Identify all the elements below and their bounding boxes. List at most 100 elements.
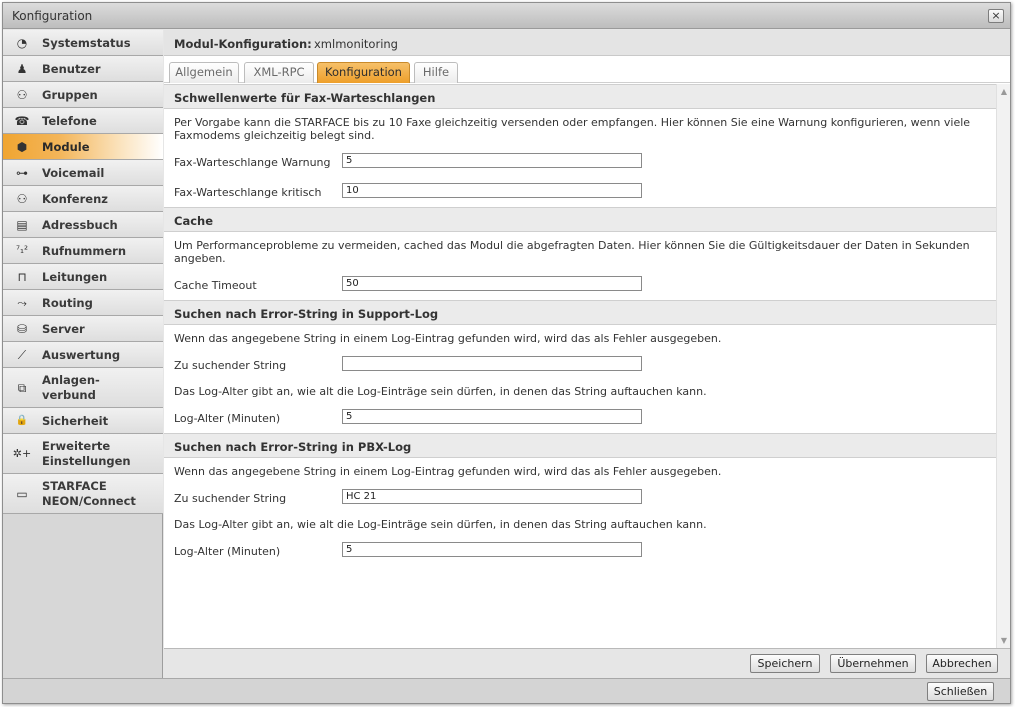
log-age-description: Das Log-Alter gibt an, wie alt die Log-E… <box>174 518 707 531</box>
sidebar-item-label: Leitungen <box>42 270 108 284</box>
sidebar-item-label: Adressbuch <box>42 218 118 232</box>
scroll-down-icon[interactable]: ▼ <box>1000 636 1008 645</box>
module-cube-icon: ⬢ <box>16 140 28 154</box>
section-description: Per Vorgabe kann die STARFACE bis zu 10 … <box>174 116 971 142</box>
sidebar-item-systemstatus[interactable]: ◔ Systemstatus <box>3 30 163 56</box>
sidebar-item-routing[interactable]: ⤳ Routing <box>3 290 163 316</box>
sidebar-item-auswertung[interactable]: ⟋ Auswertung <box>3 342 163 368</box>
main-panel: Modul-Konfiguration: xmlmonitoring Allge… <box>164 30 1010 678</box>
sidebar-item-label-line2: Einstellungen <box>42 454 131 468</box>
sidebar-item-label: Benutzer <box>42 62 101 76</box>
sidebar-item-label: Rufnummern <box>42 244 127 258</box>
routing-icon: ⤳ <box>17 296 27 310</box>
section-title: Suchen nach Error-String in PBX-Log <box>174 440 412 454</box>
support-age-label: Log-Alter (Minuten) <box>174 412 281 425</box>
sidebar-item-benutzer[interactable]: ♟ Benutzer <box>3 56 163 82</box>
server-icon: ⛁ <box>16 322 28 336</box>
sidebar-item-konferenz[interactable]: ⚇ Konferenz <box>3 186 163 212</box>
network-icon: ⧉ <box>17 381 27 395</box>
section-description: Wenn das angegebene String in einem Log-… <box>174 332 722 345</box>
pbx-string-label: Zu suchender String <box>174 492 287 505</box>
section-title: Schwellenwerte für Fax-Warteschlangen <box>174 91 436 105</box>
conference-icon: ⚇ <box>16 192 28 206</box>
module-header: Modul-Konfiguration: xmlmonitoring <box>164 30 1010 56</box>
sidebar-item-anlagenverbund[interactable]: ⧉ Anlagen- verbund <box>3 368 163 408</box>
sidebar-item-rufnummern[interactable]: ⁷₁² Rufnummern <box>3 238 163 264</box>
sidebar-item-label: Gruppen <box>42 88 98 102</box>
voicemail-icon: ⊶ <box>16 166 28 180</box>
sidebar-item-label: Voicemail <box>42 166 105 180</box>
phone-icon: ☎ <box>14 114 30 128</box>
configuration-window: Konfiguration × ◔ Systemstatus ♟ Benutze… <box>2 2 1011 704</box>
apply-button[interactable]: Übernehmen <box>830 654 916 673</box>
sidebar-item-label: Server <box>42 322 85 336</box>
support-string-label: Zu suchender String <box>174 359 287 372</box>
tab-bar: Allgemein XML-RPC Konfiguration Hilfe <box>164 57 1010 83</box>
pbx-age-label: Log-Alter (Minuten) <box>174 545 281 558</box>
sidebar-item-module[interactable]: ⬢ Module <box>3 134 163 160</box>
support-string-input[interactable] <box>342 356 642 371</box>
section-title: Cache <box>174 214 214 228</box>
support-age-input[interactable] <box>342 409 642 424</box>
save-button[interactable]: Speichern <box>750 654 820 673</box>
fax-warn-input[interactable] <box>342 153 642 168</box>
video-icon: ▭ <box>16 487 28 501</box>
window-titlebar: Konfiguration × <box>3 3 1010 29</box>
sidebar-item-leitungen[interactable]: ⊓ Leitungen <box>3 264 163 290</box>
module-name: xmlmonitoring <box>314 37 398 51</box>
sidebar-item-label-line1: Anlagen- <box>42 373 100 387</box>
sidebar-item-label-line1: STARFACE <box>42 479 107 493</box>
sidebar-item-label: Auswertung <box>42 348 121 362</box>
advanced-settings-icon: ✲+ <box>12 447 32 460</box>
section-fax-header: Schwellenwerte für Fax-Warteschlangen <box>164 84 996 109</box>
sidebar-item-label: Routing <box>42 296 93 310</box>
sidebar-item-telefone[interactable]: ☎ Telefone <box>3 108 163 134</box>
pbx-age-input[interactable] <box>342 542 642 557</box>
action-footer: Speichern Übernehmen Abbrechen <box>164 648 1010 678</box>
lines-icon: ⊓ <box>17 270 27 284</box>
fax-warn-label: Fax-Warteschlange Warnung <box>174 156 331 169</box>
tab-konfiguration[interactable]: Konfiguration <box>317 62 410 83</box>
group-icon: ⚇ <box>16 88 28 102</box>
tab-hilfe[interactable]: Hilfe <box>414 62 458 83</box>
tab-allgemein[interactable]: Allgemein <box>169 62 239 83</box>
sidebar-item-gruppen[interactable]: ⚇ Gruppen <box>3 82 163 108</box>
cache-timeout-input[interactable] <box>342 276 642 291</box>
pbx-string-input[interactable] <box>342 489 642 504</box>
close-window-button[interactable]: Schließen <box>927 682 994 701</box>
content-scrollbar[interactable]: ▲ ▼ <box>996 84 1010 648</box>
lock-icon: 🔒 <box>15 415 29 426</box>
cancel-button[interactable]: Abbrechen <box>926 654 998 673</box>
sidebar-item-starface-neon-connect[interactable]: ▭ STARFACE NEON/Connect <box>3 474 163 514</box>
window-title: Konfiguration <box>12 9 93 23</box>
addressbook-icon: ▤ <box>16 218 28 232</box>
section-cache-header: Cache <box>164 207 996 232</box>
gauge-icon: ◔ <box>16 36 28 50</box>
sidebar-item-server[interactable]: ⛁ Server <box>3 316 163 342</box>
section-description: Um Performanceprobleme zu vermeiden, cac… <box>174 239 970 265</box>
sidebar-item-adressbuch[interactable]: ▤ Adressbuch <box>3 212 163 238</box>
user-icon: ♟ <box>16 62 28 76</box>
sidebar-item-label-line2: NEON/Connect <box>42 494 136 508</box>
sidebar-item-label: Telefone <box>42 114 97 128</box>
window-bottom-bar: Schließen <box>3 678 1010 703</box>
sidebar-item-label: Systemstatus <box>42 36 131 50</box>
section-description: Wenn das angegebene String in einem Log-… <box>174 465 722 478</box>
close-icon[interactable]: × <box>988 9 1004 23</box>
chart-icon: ⟋ <box>17 348 27 362</box>
tab-xml-rpc[interactable]: XML-RPC <box>244 62 314 83</box>
sidebar-item-sicherheit[interactable]: 🔒 Sicherheit <box>3 408 163 434</box>
config-content: Schwellenwerte für Fax-Warteschlangen Pe… <box>164 84 1010 648</box>
numbers-icon: ⁷₁² <box>15 245 29 256</box>
fax-crit-input[interactable] <box>342 183 642 198</box>
sidebar-item-erweiterte-einstellungen[interactable]: ✲+ Erweiterte Einstellungen <box>3 434 163 474</box>
cache-timeout-label: Cache Timeout <box>174 279 257 292</box>
sidebar: ◔ Systemstatus ♟ Benutzer ⚇ Gruppen ☎ Te… <box>3 30 163 678</box>
log-age-description: Das Log-Alter gibt an, wie alt die Log-E… <box>174 385 707 398</box>
section-pbx-log-header: Suchen nach Error-String in PBX-Log <box>164 433 996 458</box>
sidebar-item-label: Sicherheit <box>42 414 109 428</box>
sidebar-item-label: Module <box>42 140 90 154</box>
section-title: Suchen nach Error-String in Support-Log <box>174 307 439 321</box>
sidebar-item-voicemail[interactable]: ⊶ Voicemail <box>3 160 163 186</box>
scroll-up-icon[interactable]: ▲ <box>1000 87 1008 96</box>
